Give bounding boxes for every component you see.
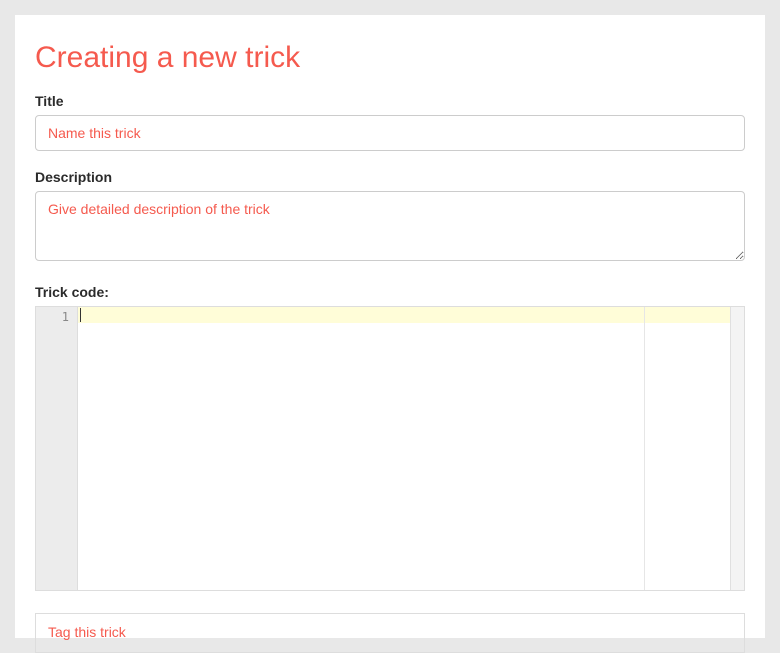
code-editor[interactable]: 1	[35, 306, 745, 591]
code-cursor	[80, 308, 81, 322]
code-gutter: 1	[36, 307, 78, 590]
description-textarea[interactable]	[35, 191, 745, 261]
print-margin	[644, 307, 645, 590]
description-label: Description	[35, 169, 745, 185]
tag-input[interactable]: Tag this trick	[35, 613, 745, 653]
title-label: Title	[35, 93, 745, 109]
title-input[interactable]	[35, 115, 745, 151]
line-number: 1	[36, 307, 77, 325]
tag-placeholder: Tag this trick	[48, 624, 126, 640]
scrollbar-vertical[interactable]	[730, 307, 744, 590]
code-label: Trick code:	[35, 284, 745, 300]
active-line-highlight	[78, 307, 730, 323]
form-panel: Creating a new trick Title Description T…	[15, 15, 765, 638]
code-area[interactable]	[78, 307, 730, 590]
page-title: Creating a new trick	[35, 41, 745, 75]
